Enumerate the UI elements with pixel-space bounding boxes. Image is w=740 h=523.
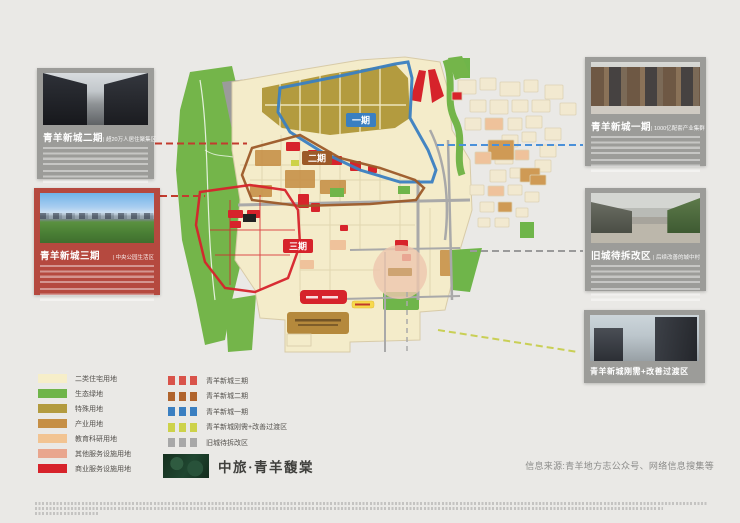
- oldtown-photo: [591, 193, 700, 243]
- phase1-label: 一期: [346, 113, 376, 127]
- legend-dash-swatch: [168, 438, 198, 447]
- transition-title-row: 青羊新城刚需+改善过渡区: [590, 366, 699, 377]
- legend-label: 特殊用地: [75, 404, 103, 414]
- oldtown-title-row: 旧城待拆改区 | 后续改善的城中村: [591, 248, 700, 262]
- card-phase2: 青羊新城二期 | 超20万人居住聚集区: [37, 68, 154, 179]
- legend-item: 特殊用地: [38, 404, 131, 413]
- legend-item: 二类住宅用地: [38, 374, 131, 383]
- svg-text:三期: 三期: [289, 241, 307, 252]
- phase2-subtitle: | 超20万人居住聚集区: [103, 135, 156, 143]
- phase2-title-row: 青羊新城二期 | 超20万人居住聚集区: [43, 130, 148, 144]
- legend-boundaries: 青羊新城三期 青羊新城二期 青羊新城一期 青羊新城刚需+改善过渡区 旧城待拆改区: [168, 376, 287, 447]
- oldtown-body-paragraph: [591, 288, 700, 303]
- oldtown-body-paragraph: [591, 265, 700, 285]
- legend-label: 生态绿地: [75, 389, 103, 399]
- map-black-parcel: [243, 214, 256, 222]
- svg-text:二期: 二期: [308, 153, 326, 164]
- fine-print-line: [35, 512, 99, 515]
- legend-dash-swatch: [168, 376, 198, 385]
- oldtown-subtitle: | 后续改善的城中村: [653, 253, 700, 261]
- legend-item: 生态绿地: [38, 389, 131, 398]
- phase3-title: 青羊新城三期: [40, 248, 100, 262]
- legend-item: 青羊新城一期: [168, 407, 287, 416]
- card-oldtown: 旧城待拆改区 | 后续改善的城中村: [585, 188, 706, 291]
- legend-item: 其他服务设施用地: [38, 449, 131, 458]
- oldtown-title: 旧城待拆改区: [591, 248, 651, 262]
- transition-title: 青羊新城刚需+改善过渡区: [590, 366, 689, 377]
- legend-land-use: 二类住宅用地 生态绿地 特殊用地 产业用地 教育科研用地 其他服务设施用地 商业…: [38, 374, 131, 473]
- legend-label: 其他服务设施用地: [75, 449, 131, 459]
- legend-item: 青羊新城刚需+改善过渡区: [168, 423, 287, 432]
- legend-item: 旧城待拆改区: [168, 438, 287, 447]
- legend-label: 产业用地: [75, 419, 103, 429]
- card-phase3: 青羊新城三期 | 中央公园生活区: [34, 188, 160, 295]
- fine-print-line: [35, 507, 663, 510]
- phase1-title-row: 青羊新城一期 | 1000亿配套产业集群: [591, 119, 700, 133]
- legend-swatch: [38, 374, 67, 383]
- phase2-photo: [43, 73, 148, 125]
- phase2-title: 青羊新城二期: [43, 130, 103, 144]
- legend-swatch: [38, 389, 67, 398]
- legend-item: 青羊新城二期: [168, 392, 287, 401]
- phase2-body-paragraph: [43, 170, 148, 185]
- phase3-body-paragraph: [40, 265, 154, 285]
- legend-dash-swatch: [168, 407, 198, 416]
- legend-swatch: [38, 404, 67, 413]
- poster: 一期 二期 三期 青羊新城二期 | 超20万人居住聚集区: [0, 0, 740, 523]
- phase1-body-paragraph: [591, 136, 700, 156]
- brand-name: 中旅·青羊馥棠: [218, 456, 314, 476]
- source-note: 信息来源:青羊地方志公众号、网络信息搜集等: [525, 459, 714, 472]
- legend-label: 青羊新城一期: [206, 407, 248, 417]
- phase3-body-paragraph: [40, 288, 154, 303]
- legend-label: 青羊新城二期: [206, 391, 248, 401]
- phase2-body-paragraph: [43, 147, 148, 167]
- legend-swatch: [38, 449, 67, 458]
- legend-label: 二类住宅用地: [75, 374, 117, 384]
- phase1-title: 青羊新城一期: [591, 119, 651, 133]
- phase3-label: 三期: [283, 239, 313, 253]
- legend-swatch: [38, 419, 67, 428]
- phase3-title-row: 青羊新城三期 | 中央公园生活区: [40, 248, 154, 262]
- card-transition: 青羊新城刚需+改善过渡区: [584, 310, 705, 383]
- brand-logo-image: [163, 454, 209, 478]
- card-phase1: 青羊新城一期 | 1000亿配套产业集群: [585, 57, 706, 166]
- legend-label: 青羊新城三期: [206, 376, 248, 386]
- phase3-photo: [40, 193, 154, 243]
- map-yellowgreen-parcel: [291, 160, 299, 166]
- phase1-subtitle: | 1000亿配套产业集群: [651, 124, 705, 132]
- legend-swatch: [38, 434, 67, 443]
- map-tod-circle: [373, 245, 427, 299]
- transition-photo: [590, 315, 699, 361]
- legend-item: 商业服务设施用地: [38, 464, 131, 473]
- phase3-subtitle: | 中央公园生活区: [113, 253, 154, 261]
- legend-label: 旧城待拆改区: [206, 438, 248, 448]
- phase2-label: 二期: [302, 151, 332, 165]
- fine-print-line: [35, 502, 707, 505]
- legend-label: 教育科研用地: [75, 434, 117, 444]
- legend-label: 商业服务设施用地: [75, 464, 131, 474]
- legend-dash-swatch: [168, 392, 198, 401]
- legend-label: 青羊新城刚需+改善过渡区: [206, 422, 287, 432]
- legend-item: 产业用地: [38, 419, 131, 428]
- svg-text:一期: 一期: [352, 115, 370, 126]
- legend-swatch: [38, 464, 67, 473]
- legend-item: 教育科研用地: [38, 434, 131, 443]
- phase1-photo: [591, 62, 700, 114]
- legend-dash-swatch: [168, 423, 198, 432]
- legend-item: 青羊新城三期: [168, 376, 287, 385]
- leader-transition-dashed: [438, 330, 578, 352]
- phase1-body-paragraph: [591, 159, 700, 174]
